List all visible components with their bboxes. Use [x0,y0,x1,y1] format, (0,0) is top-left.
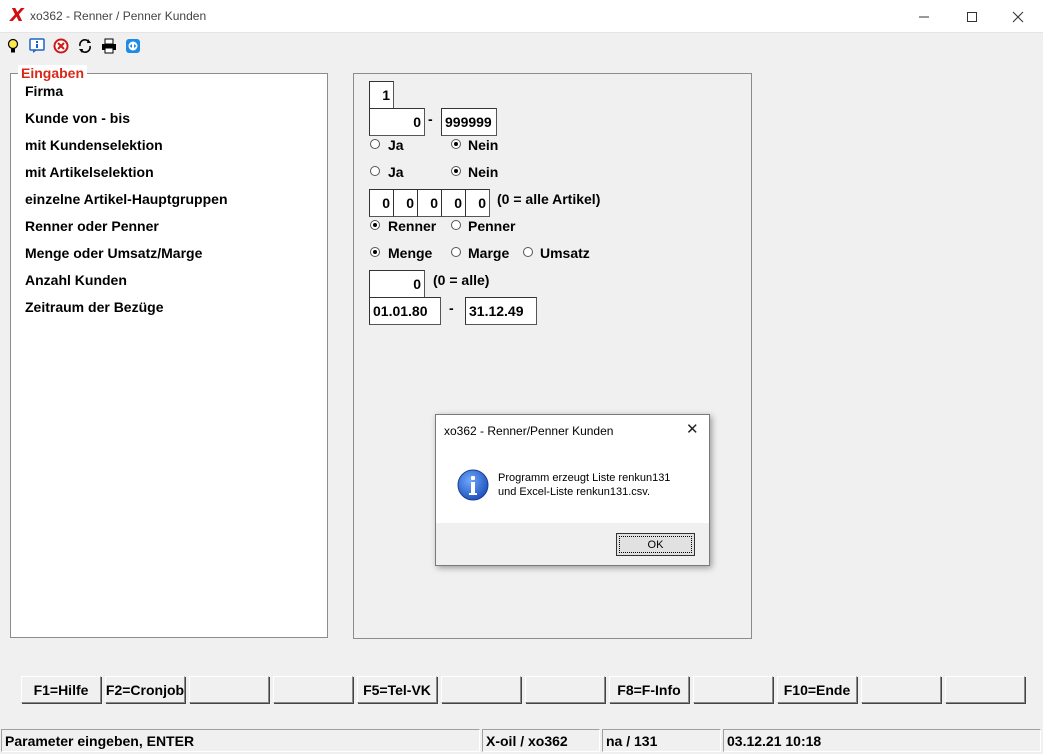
info-icon [457,469,489,506]
teamviewer-icon[interactable] [124,37,142,55]
penner-radio[interactable] [451,220,461,230]
dialog-close-icon[interactable]: ✕ [686,420,699,438]
marge-radio[interactable] [451,247,461,257]
hauptgruppe-4-input[interactable]: 0 [441,189,466,217]
penner-label[interactable]: Penner [468,217,515,235]
info-icon[interactable] [28,37,46,55]
zeitraum-bis-input[interactable]: 31.12.49 [465,297,537,325]
umsatz-label[interactable]: Umsatz [540,244,590,262]
label-kunde-von-bis: Kunde von - bis [25,110,130,126]
zeitraum-von-input[interactable]: 01.01.80 [369,297,441,325]
cancel-icon[interactable] [52,37,70,55]
printer-icon[interactable] [100,37,118,55]
f3-button[interactable] [189,676,269,703]
hauptgruppe-3-input[interactable]: 0 [417,189,442,217]
zeitraum-separator: - [449,300,454,316]
panel-caption: Eingaben [18,65,88,81]
kunde-bis-input[interactable]: 999999 [441,108,497,136]
f11-button[interactable] [861,676,941,703]
anzahl-kunden-input[interactable]: 0 [369,270,425,298]
label-hauptgruppen: einzelne Artikel-Hauptgruppen [25,191,228,207]
window-title: xo362 - Renner / Penner Kunden [30,9,207,23]
maximize-icon [967,11,977,22]
kundenselektion-nein-label[interactable]: Nein [468,136,498,154]
artikelselektion-ja-label[interactable]: Ja [388,163,404,181]
artikelselektion-nein-label[interactable]: Nein [468,163,498,181]
kundenselektion-nein-radio[interactable] [451,139,461,149]
status-datetime: 03.12.21 10:18 [723,729,1041,752]
f8-f-info-button[interactable]: F8=F-Info [609,676,689,703]
hauptgruppen-hint: (0 = alle Artikel) [497,191,601,207]
f5-tel-vk-button[interactable]: F5=Tel-VK [357,676,437,703]
menge-label[interactable]: Menge [388,244,432,262]
firma-input[interactable]: 1 [369,81,394,109]
renner-radio[interactable] [370,220,380,230]
label-firma: Firma [25,83,64,99]
f9-button[interactable] [693,676,773,703]
label-kundenselektion: mit Kundenselektion [25,137,163,153]
artikelselektion-nein-radio[interactable] [451,166,461,176]
status-user: na / 131 [602,729,721,752]
kundenselektion-ja-radio[interactable] [370,139,380,149]
f10-ende-button[interactable]: F10=Ende [777,676,857,703]
toolbar [0,34,1043,60]
close-icon [1012,11,1024,22]
status-app: X-oil / xo362 [482,729,600,752]
hauptgruppe-5-input[interactable]: 0 [465,189,490,217]
f2-cronjob-button[interactable]: F2=Cronjob [105,676,185,703]
renner-label[interactable]: Renner [388,217,436,235]
status-message: Parameter eingeben, ENTER [1,729,480,752]
label-artikelselektion: mit Artikelselektion [25,164,154,180]
label-anzahl-kunden: Anzahl Kunden [25,272,127,288]
f12-button[interactable] [945,676,1025,703]
dialog-message-line-1: Programm erzeugt Liste renkun131 [498,472,671,484]
dialog-title: xo362 - Renner/Penner Kunden [444,424,614,438]
f1-help-button[interactable]: F1=Hilfe [21,676,101,703]
hauptgruppe-1-input[interactable]: 0 [369,189,394,217]
app-logo-icon: X [10,5,24,26]
kundenselektion-ja-label[interactable]: Ja [388,136,404,154]
menge-radio[interactable] [370,247,380,257]
range-separator: - [428,111,433,127]
marge-label[interactable]: Marge [468,244,509,262]
close-window-button[interactable] [995,0,1041,33]
umsatz-radio[interactable] [523,247,533,257]
kunde-von-input[interactable]: 0 [369,108,425,136]
label-zeitraum: Zeitraum der Bezüge [25,299,164,315]
input-labels-panel [10,73,328,638]
f7-button[interactable] [525,676,605,703]
lightbulb-icon[interactable] [4,37,22,55]
f6-button[interactable] [441,676,521,703]
dialog-message-line-2: und Excel-Liste renkun131.csv. [498,486,651,498]
message-dialog: xo362 - Renner/Penner Kunden ✕ Programm … [435,414,710,566]
label-menge-umsatz: Menge oder Umsatz/Marge [25,245,203,261]
hauptgruppe-2-input[interactable]: 0 [393,189,418,217]
refresh-icon[interactable] [76,37,94,55]
label-renner-penner: Renner oder Penner [25,218,159,234]
maximize-button[interactable] [949,0,995,33]
minimize-icon [919,16,929,17]
anzahl-hint: (0 = alle) [433,272,490,288]
minimize-button[interactable] [901,0,947,33]
ok-button[interactable]: OK [616,533,695,556]
f4-button[interactable] [273,676,353,703]
artikelselektion-ja-radio[interactable] [370,166,380,176]
